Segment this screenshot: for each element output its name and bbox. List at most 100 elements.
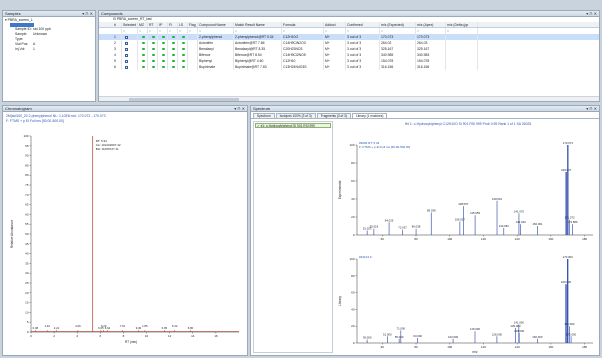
spectrum-charts[interactable]: 0 20 40 60 80 100 60 80 100 120 140 160 180 Experimen… (335, 127, 599, 355)
x-tick-label: 2 (53, 334, 55, 338)
column-header[interactable]: Match Result Name (234, 22, 282, 27)
horizontal-scrollbar[interactable] (99, 96, 599, 101)
status-dot-icon (182, 41, 185, 44)
sample-property: Inj Vol: 1 (15, 47, 93, 52)
x-tick-label: 80 (414, 345, 418, 349)
status-dot-icon (162, 59, 165, 62)
status-dot-icon (172, 65, 175, 68)
peak-mz-label: 72.037 (398, 226, 407, 230)
status-dot-icon (172, 59, 175, 62)
mz-apex: 316.156 (416, 64, 446, 70)
samples-panel: Samples ▾ ⊓ ✕ ▾ PBRA_screen_1 Sample ID: s… (2, 10, 96, 102)
panel-controls[interactable]: ▾ ⊓ ✕ (586, 11, 597, 17)
mz-expected: 316.156 (380, 64, 416, 70)
y-tick-label: 60 (351, 291, 355, 295)
status-dot-icon (172, 47, 175, 50)
panel-controls[interactable]: ▾ ⊓ ✕ (82, 11, 93, 17)
peak-mz-label: 39.000 (363, 336, 372, 340)
status-dot-icon (162, 53, 165, 56)
column-header[interactable]: IP (158, 22, 168, 27)
checkbox-icon[interactable] (125, 53, 128, 57)
status-dot-icon (162, 41, 165, 44)
checkbox-icon[interactable] (125, 47, 128, 51)
column-header[interactable]: Adduct (324, 22, 346, 27)
column-header[interactable]: FI (168, 22, 178, 27)
peak-annotation: 4.06 (75, 324, 81, 328)
peak-mz-label: 55.018 (370, 225, 379, 229)
peak-annotation: 6.22 (172, 324, 178, 328)
scrollbar-thumb[interactable] (129, 98, 239, 101)
checkbox-icon[interactable] (125, 65, 128, 69)
y-tick-label: 100 (23, 134, 28, 138)
column-header[interactable]: m/z (Apex) (416, 22, 446, 27)
column-header[interactable]: # (113, 22, 122, 27)
peak-mz-label: 89.038 (427, 209, 436, 213)
peak-mz-label: 172.866 (567, 220, 578, 224)
library-hit-header: Hit 1: o-Hydroxybiphenyl C12H10O SI 901 … (404, 122, 532, 126)
y-tick-label: 85 (25, 163, 29, 167)
checkbox-icon[interactable] (125, 41, 128, 45)
y-axis-label: Experimental (338, 180, 342, 199)
tab-spectrum[interactable]: Spectrum (253, 113, 275, 118)
adduct: M+ (324, 64, 346, 70)
status-dot-icon (172, 35, 175, 38)
column-header[interactable]: Flag (188, 22, 198, 27)
spectrum-panel: Spectrum ▾ ⊓ ✕ Spectrum Isotopes 100% (3 o… (250, 105, 600, 356)
x-tick-label: 160 (548, 345, 553, 349)
status-dot-icon (182, 47, 185, 50)
peak-mz-label: 169.007 (561, 168, 572, 172)
formula: C13H24N4O3S (282, 64, 324, 70)
status-dot-icon (162, 35, 165, 38)
table-row[interactable]: 6 Bupirimate Bupirimate@RT 7.83 C13H24N4O3S… (99, 64, 599, 70)
spectrum-panel-title: Spectrum (253, 105, 271, 111)
peak-mz-label: 128.000 (514, 329, 525, 333)
x-axis-label: m/z (472, 350, 478, 354)
column-header[interactable]: m/z (Delta (pp (446, 22, 478, 27)
peak-mz-label: 64.025 (385, 218, 394, 222)
confirmed: 3 out of 3 (346, 64, 380, 70)
column-header[interactable]: Compound Name (198, 22, 234, 27)
column-header[interactable]: Formula (282, 22, 324, 27)
panel-controls[interactable]: ▾ ⊓ ✕ (234, 106, 245, 112)
x-tick-label: 180 (582, 345, 587, 349)
tab-library[interactable]: Library (1 matches) (351, 113, 388, 118)
sample-properties: Sample ID: std 100 ppb Sample Type: Unknown… (15, 27, 93, 52)
column-header[interactable]: MZ (138, 22, 148, 27)
library-hit-item[interactable]: ✔ #1: o-Hydroxybiphenyl SI 901 RSI 999 (255, 123, 331, 128)
panel-controls[interactable]: ▾ ⊓ ✕ (586, 106, 597, 112)
y-tick-label: 80 (25, 173, 29, 177)
x-tick-label: 120 (481, 237, 486, 241)
column-header[interactable]: Selected (122, 22, 138, 27)
spectrum-scan-label: #24123 F: (359, 255, 373, 259)
tab-fragments[interactable]: Fragments (3 of 3) (316, 113, 351, 118)
x-tick-label: 60 (381, 237, 385, 241)
y-tick-label: 40 (25, 252, 29, 256)
chromatogram-panel: Chromatogram ▾ ⊓ ✕ 2M(std100_20 2-phenylp… (2, 105, 248, 356)
status-dot-icon (172, 41, 175, 44)
peak-annotation: 1.40 (44, 324, 50, 328)
peak-mz-label: 171.072 (564, 216, 575, 220)
x-tick-label: 14 (191, 334, 195, 338)
column-header[interactable]: RT (148, 22, 158, 27)
checkbox-icon[interactable] (125, 59, 128, 63)
tree-root-item[interactable]: ▾ PBRA_screen_1 (5, 18, 93, 23)
status-dot-icon (142, 59, 145, 62)
sample-property-key: Inj Vol: (15, 47, 26, 51)
chromatogram-chart[interactable]: 0510152025303540455055606570758085909510… (3, 122, 247, 350)
peak-annotation: 6.62 (105, 326, 111, 330)
checkbox-icon[interactable] (125, 35, 128, 39)
status-dot-icon (142, 41, 145, 44)
column-header[interactable]: m/z (Expected) (380, 22, 416, 27)
column-header[interactable]: Confirmed (346, 22, 380, 27)
status-dot-icon (152, 47, 155, 50)
x-tick-label: 100 (447, 345, 452, 349)
hit-check-icon: ✔ (257, 124, 260, 128)
y-tick-label: 60 (351, 179, 355, 183)
peak-annotation: 9.30 (136, 326, 142, 330)
peak-mz-label: 170.073 (563, 141, 574, 145)
peak-mz-label: 106.027 (455, 218, 466, 222)
column-header[interactable]: LS (178, 22, 188, 27)
selected-checkbox[interactable] (122, 64, 138, 70)
peak-mz-label: 169.000 (561, 280, 572, 284)
tab-isotopes[interactable]: Isotopes 100% (3 of 3) (275, 113, 316, 118)
